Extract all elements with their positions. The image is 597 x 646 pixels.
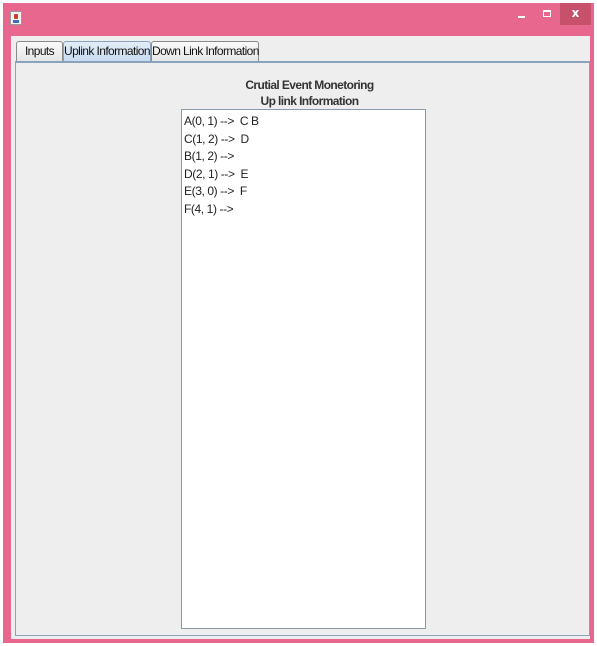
application-window: x Inputs Uplink Information Down Link In… bbox=[3, 3, 594, 643]
text-line: C(1, 2) --> D bbox=[184, 131, 249, 146]
uplink-panel: Crutial Event Monetoring Up link Informa… bbox=[15, 61, 590, 636]
panel-subtitle: Up link Information bbox=[260, 94, 360, 108]
java-app-icon[interactable] bbox=[10, 11, 22, 25]
text-line: E(3, 0) --> F bbox=[184, 184, 247, 198]
text-line: A(0, 1) --> C B bbox=[184, 114, 259, 128]
tab-uplink-information[interactable]: Uplink Information bbox=[63, 41, 151, 61]
close-button[interactable]: x bbox=[560, 3, 591, 25]
tab-inputs[interactable]: Inputs bbox=[16, 41, 63, 61]
tab-down-link-information[interactable]: Down Link Information bbox=[151, 41, 259, 61]
maximize-button[interactable] bbox=[535, 3, 560, 25]
text-line: D(2, 1) --> E bbox=[184, 166, 249, 181]
uplink-text-area[interactable]: A(0, 1) --> C B C(1, 2) --> D B(1, 2) --… bbox=[181, 109, 426, 629]
minimize-button[interactable] bbox=[508, 3, 535, 25]
text-line: B(1, 2) --> bbox=[184, 149, 234, 163]
content-area: Inputs Uplink Information Down Link Info… bbox=[11, 36, 590, 639]
text-line: F(4, 1) --> bbox=[184, 201, 234, 216]
title-bar[interactable]: x bbox=[3, 3, 594, 35]
panel-title: Crutial Event Monetoring bbox=[245, 78, 374, 92]
